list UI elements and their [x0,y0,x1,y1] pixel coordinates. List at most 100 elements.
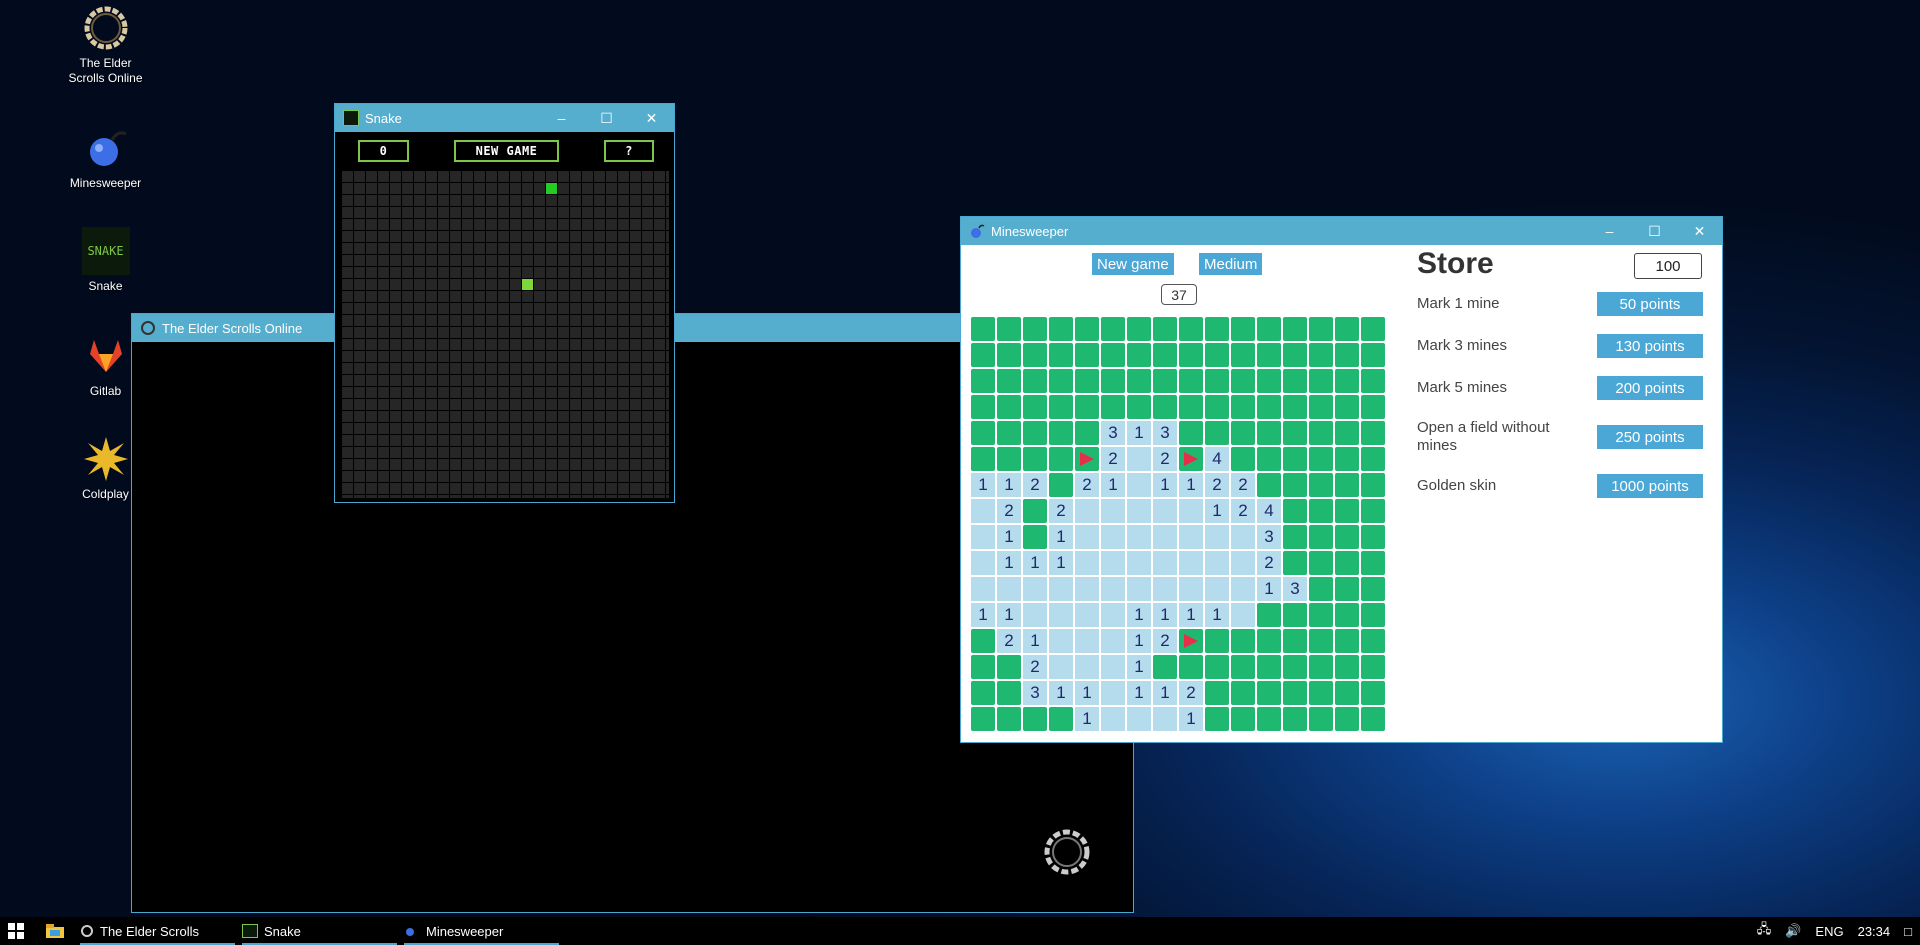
covered-tile[interactable] [1361,369,1385,393]
covered-tile[interactable] [1335,603,1359,627]
open-tile[interactable] [1205,551,1229,575]
covered-tile[interactable] [1257,629,1281,653]
open-tile[interactable] [1049,603,1073,627]
desktop-icon-eso[interactable]: The Elder Scrolls Online [68,4,143,86]
covered-tile[interactable] [1075,421,1099,445]
open-tile[interactable] [1101,655,1125,679]
covered-tile[interactable] [1283,499,1307,523]
covered-tile[interactable] [1205,369,1229,393]
open-tile[interactable]: 2 [1101,447,1125,471]
covered-tile[interactable] [1101,317,1125,341]
covered-tile[interactable] [971,681,995,705]
desktop-icon-snake[interactable]: SNAKE Snake [68,227,143,294]
open-tile[interactable]: 1 [1127,681,1151,705]
open-tile[interactable] [1153,577,1177,601]
open-tile[interactable] [1101,603,1125,627]
open-tile[interactable]: 1 [1023,551,1047,575]
covered-tile[interactable] [1257,603,1281,627]
covered-tile[interactable] [971,655,995,679]
covered-tile[interactable] [1153,395,1177,419]
close-button[interactable]: ✕ [629,104,674,132]
covered-tile[interactable] [1205,395,1229,419]
taskbar-item-eso[interactable]: The Elder Scrolls [80,917,235,945]
covered-tile[interactable] [971,629,995,653]
open-tile[interactable] [1023,603,1047,627]
notifications-icon[interactable]: □ [1904,924,1912,939]
open-tile[interactable]: 1 [1127,421,1151,445]
open-tile[interactable]: 1 [1205,603,1229,627]
covered-tile[interactable] [1335,499,1359,523]
covered-tile[interactable] [1283,655,1307,679]
open-tile[interactable] [1075,525,1099,549]
open-tile[interactable] [1101,525,1125,549]
open-tile[interactable]: 1 [1127,603,1151,627]
covered-tile[interactable] [1361,603,1385,627]
covered-tile[interactable] [971,343,995,367]
open-tile[interactable]: 1 [1023,629,1047,653]
covered-tile[interactable] [1361,681,1385,705]
covered-tile[interactable] [1283,551,1307,575]
covered-tile[interactable] [1309,317,1333,341]
open-tile[interactable]: 1 [1127,655,1151,679]
covered-tile[interactable] [1179,395,1203,419]
volume-icon[interactable]: 🔊 [1785,923,1801,939]
covered-tile[interactable] [1049,369,1073,393]
covered-tile[interactable] [1049,473,1073,497]
minesweeper-board[interactable]: 3132241122111222212411311121311111121122… [971,317,1385,731]
covered-tile[interactable] [1153,343,1177,367]
maximize-button[interactable]: ☐ [1632,217,1677,245]
open-tile[interactable] [1127,447,1151,471]
open-tile[interactable] [1101,707,1125,731]
covered-tile[interactable] [1283,473,1307,497]
open-tile[interactable] [1023,577,1047,601]
open-tile[interactable]: 2 [997,629,1021,653]
open-tile[interactable] [1049,629,1073,653]
covered-tile[interactable] [971,447,995,471]
covered-tile[interactable] [1127,395,1151,419]
open-tile[interactable] [1231,551,1255,575]
file-explorer-button[interactable] [46,917,66,945]
covered-tile[interactable] [1335,473,1359,497]
covered-tile[interactable] [1283,317,1307,341]
minesweeper-window[interactable]: Minesweeper – ☐ ✕ New game Medium 37 313… [960,216,1723,743]
covered-tile[interactable] [1231,343,1255,367]
covered-tile[interactable] [1179,421,1203,445]
covered-tile[interactable] [1283,369,1307,393]
snake-board[interactable] [341,170,669,498]
covered-tile[interactable] [1335,343,1359,367]
covered-tile[interactable] [1205,681,1229,705]
covered-tile[interactable] [997,317,1021,341]
buy-button[interactable]: 50 points [1597,292,1703,316]
open-tile[interactable]: 1 [1153,603,1177,627]
open-tile[interactable]: 1 [1153,473,1177,497]
covered-tile[interactable] [997,421,1021,445]
covered-tile[interactable] [1309,343,1333,367]
covered-tile[interactable] [1309,369,1333,393]
open-tile[interactable] [1231,525,1255,549]
covered-tile[interactable] [1309,655,1333,679]
open-tile[interactable] [1127,473,1151,497]
covered-tile[interactable] [1257,395,1281,419]
minesweeper-titlebar[interactable]: Minesweeper – ☐ ✕ [961,217,1722,245]
open-tile[interactable]: 3 [1283,577,1307,601]
covered-tile[interactable] [1361,343,1385,367]
open-tile[interactable] [1153,551,1177,575]
open-tile[interactable]: 1 [1153,681,1177,705]
covered-tile[interactable] [1205,421,1229,445]
open-tile[interactable] [1153,499,1177,523]
covered-tile[interactable] [1179,369,1203,393]
covered-tile[interactable] [1231,317,1255,341]
covered-tile[interactable] [1049,707,1073,731]
flagged-tile[interactable] [1179,447,1203,471]
covered-tile[interactable] [1023,343,1047,367]
covered-tile[interactable] [1049,447,1073,471]
open-tile[interactable] [971,525,995,549]
covered-tile[interactable] [1231,369,1255,393]
open-tile[interactable]: 2 [1153,629,1177,653]
open-tile[interactable] [971,577,995,601]
open-tile[interactable] [1205,577,1229,601]
covered-tile[interactable] [1075,343,1099,367]
open-tile[interactable]: 1 [1257,577,1281,601]
open-tile[interactable]: 2 [1257,551,1281,575]
open-tile[interactable] [1075,551,1099,575]
